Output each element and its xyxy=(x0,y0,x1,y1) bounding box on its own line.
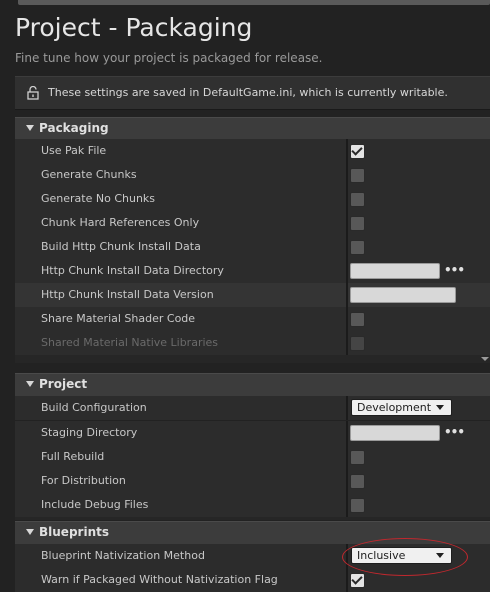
row-nativization-method: Blueprint Nativization Method Inclusive xyxy=(15,544,490,568)
notice-text: These settings are saved in DefaultGame.… xyxy=(48,86,448,99)
warn-nativization-checkbox[interactable] xyxy=(350,573,365,588)
column-splitter[interactable] xyxy=(346,307,348,331)
row-staging-directory: Staging Directory ••• xyxy=(15,421,490,445)
row-generate-chunks: Generate Chunks xyxy=(15,163,490,187)
row-label: For Distribution xyxy=(41,474,126,487)
config-notice: These settings are saved in DefaultGame.… xyxy=(15,76,490,110)
row-label: Shared Material Native Libraries xyxy=(41,336,219,349)
unlocked-padlock-icon xyxy=(27,86,39,100)
column-splitter[interactable] xyxy=(346,445,348,469)
row-label: Chunk Hard References Only xyxy=(41,216,200,229)
chunk-hard-references-checkbox[interactable] xyxy=(350,216,365,231)
collapse-arrow-icon[interactable] xyxy=(26,381,34,387)
section-packaging[interactable]: Packaging xyxy=(15,117,490,140)
column-splitter[interactable] xyxy=(346,259,348,283)
page-subtitle: Fine tune how your project is packaged f… xyxy=(15,51,323,65)
section-footer xyxy=(15,517,490,520)
for-distribution-checkbox[interactable] xyxy=(350,474,365,489)
row-label: Generate No Chunks xyxy=(41,192,156,205)
column-splitter[interactable] xyxy=(346,544,348,568)
row-label: Build Configuration xyxy=(41,401,147,414)
row-full-rebuild: Full Rebuild xyxy=(15,445,490,469)
row-warn-nativization: Warn if Packaged Without Nativization Fl… xyxy=(15,568,490,592)
row-label: Blueprint Nativization Method xyxy=(41,549,205,562)
row-label: Include Debug Files xyxy=(41,498,149,511)
column-splitter[interactable] xyxy=(346,139,348,163)
row-label: Build Http Chunk Install Data xyxy=(41,240,201,253)
dropdown-arrow-icon xyxy=(436,405,444,410)
column-splitter[interactable] xyxy=(346,469,348,493)
column-splitter[interactable] xyxy=(346,493,348,517)
dropdown-value: Inclusive xyxy=(357,549,406,562)
row-label: Share Material Shader Code xyxy=(41,312,196,325)
row-label: Staging Directory xyxy=(41,426,138,439)
nativization-method-dropdown[interactable]: Inclusive xyxy=(351,547,452,564)
advanced-expand-icon[interactable] xyxy=(481,357,489,361)
http-chunk-directory-field[interactable] xyxy=(350,263,440,279)
row-share-material-shader: Share Material Shader Code xyxy=(15,307,490,331)
section-title: Blueprints xyxy=(39,525,109,539)
section-blueprints[interactable]: Blueprints xyxy=(15,521,490,544)
full-rebuild-checkbox[interactable] xyxy=(350,450,365,465)
page-title: Project - Packaging xyxy=(15,13,253,42)
section-footer xyxy=(15,355,490,363)
row-label: Generate Chunks xyxy=(41,168,137,181)
column-splitter[interactable] xyxy=(346,163,348,187)
row-chunk-hard-references: Chunk Hard References Only xyxy=(15,211,490,235)
generate-chunks-checkbox[interactable] xyxy=(350,168,365,183)
column-splitter[interactable] xyxy=(346,187,348,211)
row-for-distribution: For Distribution xyxy=(15,469,490,493)
row-include-debug-files: Include Debug Files xyxy=(15,493,490,517)
row-label: Http Chunk Install Data Directory xyxy=(41,264,224,277)
column-splitter[interactable] xyxy=(346,568,348,592)
row-label: Use Pak File xyxy=(41,144,107,157)
http-chunk-version-field[interactable] xyxy=(350,287,456,303)
section-title: Packaging xyxy=(39,121,109,135)
dropdown-value: Development xyxy=(357,401,432,414)
section-title: Project xyxy=(39,377,88,391)
share-material-shader-checkbox[interactable] xyxy=(350,312,365,327)
top-scrollbar[interactable] xyxy=(18,0,490,5)
row-http-chunk-directory: Http Chunk Install Data Directory ••• xyxy=(15,259,490,283)
generate-no-chunks-checkbox[interactable] xyxy=(350,192,365,207)
build-configuration-dropdown[interactable]: Development xyxy=(351,399,452,416)
build-http-chunk-checkbox[interactable] xyxy=(350,240,365,255)
use-pak-file-checkbox[interactable] xyxy=(350,144,365,159)
section-project[interactable]: Project xyxy=(15,373,490,396)
dropdown-arrow-icon xyxy=(436,553,444,558)
shared-material-native-checkbox xyxy=(350,336,365,351)
row-build-configuration: Build Configuration Development xyxy=(15,396,490,420)
row-use-pak-file: Use Pak File xyxy=(15,139,490,163)
row-label: Warn if Packaged Without Nativization Fl… xyxy=(41,573,278,586)
ellipsis-icon[interactable]: ••• xyxy=(444,425,465,439)
column-splitter[interactable] xyxy=(346,211,348,235)
column-splitter[interactable] xyxy=(346,396,348,420)
column-splitter[interactable] xyxy=(346,331,348,355)
row-shared-material-native: Shared Material Native Libraries xyxy=(15,331,490,355)
row-generate-no-chunks: Generate No Chunks xyxy=(15,187,490,211)
staging-directory-field[interactable] xyxy=(350,425,440,441)
row-build-http-chunk: Build Http Chunk Install Data xyxy=(15,235,490,259)
ellipsis-icon[interactable]: ••• xyxy=(444,263,465,277)
column-splitter[interactable] xyxy=(346,283,348,307)
collapse-arrow-icon[interactable] xyxy=(26,125,34,131)
row-label: Full Rebuild xyxy=(41,450,105,463)
row-label: Http Chunk Install Data Version xyxy=(41,288,214,301)
collapse-arrow-icon[interactable] xyxy=(26,529,34,535)
row-http-chunk-version: Http Chunk Install Data Version xyxy=(15,283,490,307)
column-splitter[interactable] xyxy=(346,235,348,259)
column-splitter[interactable] xyxy=(346,421,348,445)
include-debug-files-checkbox[interactable] xyxy=(350,498,365,513)
